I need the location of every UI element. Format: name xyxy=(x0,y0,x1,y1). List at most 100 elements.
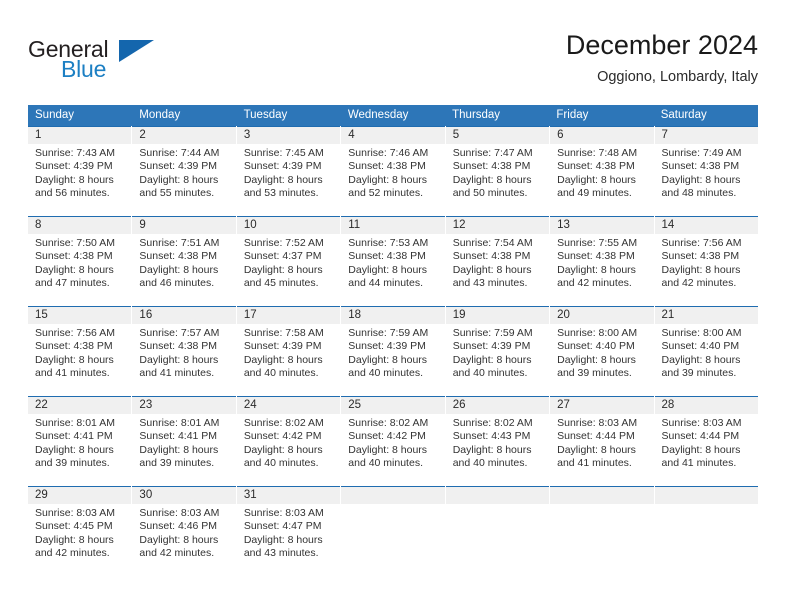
day-details: Sunrise: 7:55 AM Sunset: 4:38 PM Daylight:… xyxy=(550,234,653,291)
calendar-day-cell[interactable]: 18 Sunrise: 7:59 AM Sunset: 4:39 PM Dayligh… xyxy=(341,306,445,396)
calendar-page: General Blue December 2024 Oggiono, Lomb… xyxy=(0,0,792,612)
sunrise-text: Sunrise: 8:01 AM xyxy=(35,417,115,429)
daylight-text-line1: Daylight: 8 hours xyxy=(452,443,532,456)
calendar-day-cell[interactable]: 2 Sunrise: 7:44 AM Sunset: 4:39 PM Daylight… xyxy=(132,126,236,216)
sunrise-text: Sunrise: 8:02 AM xyxy=(348,417,429,429)
sunset-text: Sunset: 4:46 PM xyxy=(139,520,218,533)
calendar-day-cell[interactable]: 20 Sunrise: 8:00 AM Sunset: 4:40 PM Dayligh… xyxy=(550,306,654,396)
calendar-day-cell[interactable]: 15 Sunrise: 7:56 AM Sunset: 4:38 PM Dayligh… xyxy=(28,306,132,396)
sunset-text: Sunset: 4:44 PM xyxy=(661,430,740,443)
calendar-day-cell[interactable]: 17 Sunrise: 7:58 AM Sunset: 4:39 PM Dayligh… xyxy=(236,306,341,396)
calendar-day-cell[interactable]: 27 Sunrise: 8:03 AM Sunset: 4:44 PM Dayligh… xyxy=(550,396,654,486)
sunset-text: Sunset: 4:47 PM xyxy=(243,520,322,533)
sunrise-text: Sunrise: 7:57 AM xyxy=(139,327,220,339)
day-details: Sunrise: 7:56 AM Sunset: 4:38 PM Daylight:… xyxy=(28,324,131,381)
day-number: 4 xyxy=(341,127,445,144)
day-number: 19 xyxy=(445,307,550,324)
calendar-day-cell[interactable]: 16 Sunrise: 7:57 AM Sunset: 4:38 PM Dayligh… xyxy=(132,306,236,396)
daylight-text-line2: and 42 minutes. xyxy=(35,547,110,560)
sunset-text: Sunset: 4:38 PM xyxy=(348,160,426,173)
day-details: Sunrise: 7:56 AM Sunset: 4:38 PM Daylight:… xyxy=(655,234,758,291)
calendar-day-cell[interactable]: 9 Sunrise: 7:51 AM Sunset: 4:38 PM Daylight… xyxy=(132,216,236,306)
day-details: Sunrise: 7:53 AM Sunset: 4:38 PM Daylight:… xyxy=(341,234,444,291)
daylight-text-line2: and 43 minutes. xyxy=(452,277,528,290)
daylight-text-line1: Daylight: 8 hours xyxy=(348,353,428,366)
sunset-text: Sunset: 4:39 PM xyxy=(243,160,322,173)
calendar-day-cell[interactable]: 31 Sunrise: 8:03 AM Sunset: 4:47 PM Dayligh… xyxy=(236,486,341,576)
sunrise-text: Sunrise: 7:59 AM xyxy=(348,327,429,339)
day-details: Sunrise: 8:03 AM Sunset: 4:44 PM Daylight:… xyxy=(655,414,758,471)
day-details xyxy=(655,504,758,507)
calendar-day-cell[interactable]: 28 Sunrise: 8:03 AM Sunset: 4:44 PM Dayligh… xyxy=(654,396,758,486)
calendar-day-cell[interactable]: 23 Sunrise: 8:01 AM Sunset: 4:41 PM Dayligh… xyxy=(132,396,236,486)
weekday-header-saturday: Saturday xyxy=(653,105,758,126)
calendar-day-cell[interactable]: 5 Sunrise: 7:47 AM Sunset: 4:38 PM Daylight… xyxy=(445,126,550,216)
calendar-week-row: 22 Sunrise: 8:01 AM Sunset: 4:41 PM Dayligh… xyxy=(28,396,758,486)
calendar-day-cell[interactable]: 25 Sunrise: 8:02 AM Sunset: 4:42 PM Dayligh… xyxy=(341,396,445,486)
calendar-day-cell[interactable]: 19 Sunrise: 7:59 AM Sunset: 4:39 PM Dayligh… xyxy=(445,306,550,396)
daylight-text-line1: Daylight: 8 hours xyxy=(139,533,219,546)
calendar-day-cell[interactable]: 26 Sunrise: 8:02 AM Sunset: 4:43 PM Dayligh… xyxy=(445,396,550,486)
day-number: 9 xyxy=(132,217,236,234)
sunset-text: Sunset: 4:38 PM xyxy=(348,250,426,263)
calendar-week-row: 29 Sunrise: 8:03 AM Sunset: 4:45 PM Dayligh… xyxy=(28,486,758,576)
calendar-day-cell[interactable]: 30 Sunrise: 8:03 AM Sunset: 4:46 PM Dayligh… xyxy=(132,486,236,576)
daylight-text-line2: and 43 minutes. xyxy=(243,547,319,560)
calendar-day-cell[interactable]: 11 Sunrise: 7:53 AM Sunset: 4:38 PM Dayligh… xyxy=(341,216,445,306)
sunset-text: Sunset: 4:40 PM xyxy=(557,340,635,353)
daylight-text-line1: Daylight: 8 hours xyxy=(35,173,114,186)
sunset-text: Sunset: 4:45 PM xyxy=(35,520,113,533)
day-details: Sunrise: 7:49 AM Sunset: 4:38 PM Daylight:… xyxy=(655,144,758,201)
calendar-day-cell[interactable]: 7 Sunrise: 7:49 AM Sunset: 4:38 PM Daylight… xyxy=(654,126,758,216)
calendar-day-cell[interactable]: 14 Sunrise: 7:56 AM Sunset: 4:38 PM Dayligh… xyxy=(654,216,758,306)
sunrise-text: Sunrise: 8:03 AM xyxy=(661,417,742,429)
calendar-day-cell[interactable]: 4 Sunrise: 7:46 AM Sunset: 4:38 PM Daylight… xyxy=(341,126,445,216)
daylight-text-line2: and 47 minutes. xyxy=(35,277,110,290)
weekday-header-wednesday: Wednesday xyxy=(340,105,446,126)
daylight-text-line2: and 41 minutes. xyxy=(557,457,632,470)
calendar-day-cell-empty xyxy=(654,486,758,576)
calendar-day-cell[interactable]: 22 Sunrise: 8:01 AM Sunset: 4:41 PM Dayligh… xyxy=(28,396,132,486)
daylight-text-line2: and 42 minutes. xyxy=(139,547,215,560)
calendar-day-cell[interactable]: 29 Sunrise: 8:03 AM Sunset: 4:45 PM Dayligh… xyxy=(28,486,132,576)
day-details: Sunrise: 8:03 AM Sunset: 4:47 PM Daylight:… xyxy=(237,504,340,561)
sunset-text: Sunset: 4:39 PM xyxy=(452,340,531,353)
day-number: 12 xyxy=(445,217,550,234)
sunrise-text: Sunrise: 8:03 AM xyxy=(35,507,115,519)
sunset-text: Sunset: 4:38 PM xyxy=(661,250,740,263)
daylight-text-line1: Daylight: 8 hours xyxy=(139,263,219,276)
daylight-text-line2: and 40 minutes. xyxy=(243,457,319,470)
calendar-day-cell[interactable]: 8 Sunrise: 7:50 AM Sunset: 4:38 PM Daylight… xyxy=(28,216,132,306)
day-details: Sunrise: 8:03 AM Sunset: 4:46 PM Daylight:… xyxy=(132,504,235,561)
calendar-day-cell[interactable]: 10 Sunrise: 7:52 AM Sunset: 4:37 PM Dayligh… xyxy=(236,216,341,306)
sunrise-text: Sunrise: 8:02 AM xyxy=(452,417,533,429)
weekday-header-tuesday: Tuesday xyxy=(236,105,341,126)
day-details: Sunrise: 8:01 AM Sunset: 4:41 PM Daylight:… xyxy=(28,414,131,471)
calendar-day-cell[interactable]: 12 Sunrise: 7:54 AM Sunset: 4:38 PM Dayligh… xyxy=(445,216,550,306)
calendar-grid: Sunday Monday Tuesday Wednesday Thursday… xyxy=(28,105,758,576)
sunrise-text: Sunrise: 8:01 AM xyxy=(139,417,220,429)
daylight-text-line2: and 45 minutes. xyxy=(243,277,319,290)
daylight-text-line2: and 39 minutes. xyxy=(139,457,215,470)
day-number: 8 xyxy=(28,217,132,234)
calendar-day-cell[interactable]: 13 Sunrise: 7:55 AM Sunset: 4:38 PM Dayligh… xyxy=(550,216,654,306)
day-number xyxy=(550,487,654,504)
calendar-day-cell[interactable]: 6 Sunrise: 7:48 AM Sunset: 4:38 PM Daylight… xyxy=(550,126,654,216)
daylight-text-line1: Daylight: 8 hours xyxy=(139,353,219,366)
sunset-text: Sunset: 4:38 PM xyxy=(557,160,635,173)
sunset-text: Sunset: 4:38 PM xyxy=(35,340,113,353)
sunset-text: Sunset: 4:39 PM xyxy=(139,160,218,173)
generalblue-logo[interactable]: General Blue xyxy=(28,36,218,92)
calendar-day-cell[interactable]: 3 Sunrise: 7:45 AM Sunset: 4:39 PM Daylight… xyxy=(236,126,341,216)
calendar-day-cell[interactable]: 21 Sunrise: 8:00 AM Sunset: 4:40 PM Dayligh… xyxy=(654,306,758,396)
daylight-text-line2: and 39 minutes. xyxy=(557,367,632,380)
daylight-text-line2: and 39 minutes. xyxy=(35,457,110,470)
sunrise-text: Sunrise: 8:03 AM xyxy=(139,507,220,519)
daylight-text-line1: Daylight: 8 hours xyxy=(35,443,114,456)
sunrise-text: Sunrise: 7:47 AM xyxy=(452,147,533,159)
daylight-text-line2: and 49 minutes. xyxy=(557,187,632,200)
day-details: Sunrise: 7:46 AM Sunset: 4:38 PM Daylight:… xyxy=(341,144,444,201)
calendar-day-cell[interactable]: 24 Sunrise: 8:02 AM Sunset: 4:42 PM Dayligh… xyxy=(236,396,341,486)
day-number: 30 xyxy=(132,487,236,504)
calendar-day-cell[interactable]: 1 Sunrise: 7:43 AM Sunset: 4:39 PM Daylight… xyxy=(28,126,132,216)
